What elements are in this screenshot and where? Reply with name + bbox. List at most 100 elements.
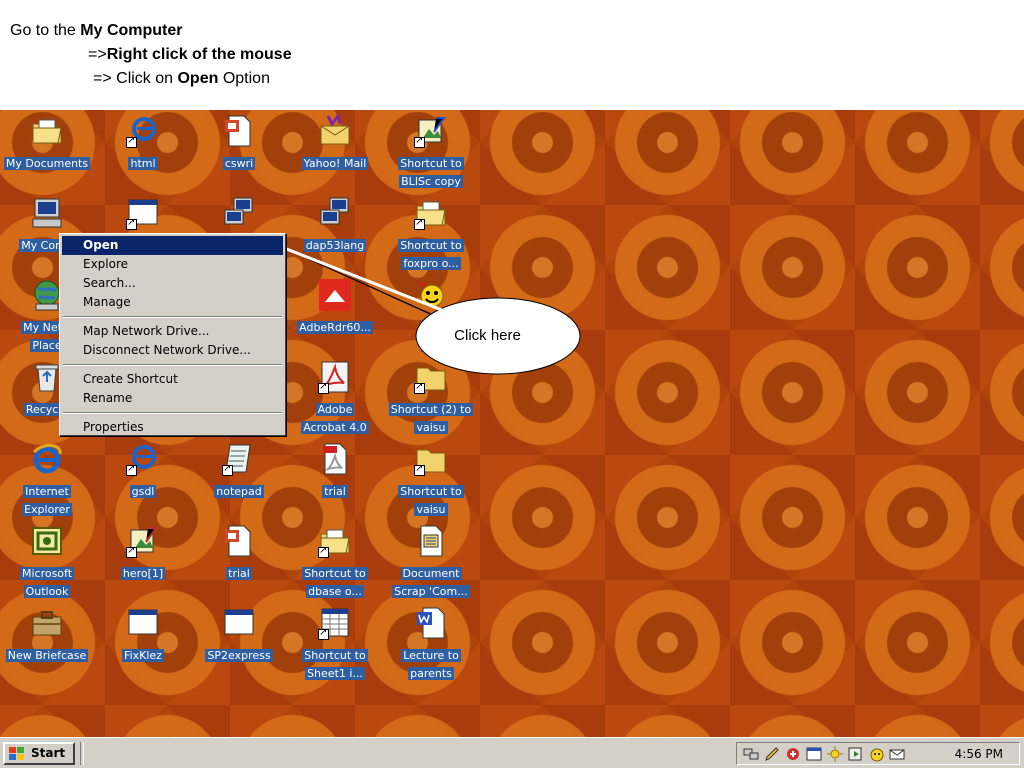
desktop-icon-trial-pdf[interactable]: trial	[288, 442, 382, 524]
calendar-tray-icon[interactable]	[806, 746, 822, 762]
desktop-icon-notepad[interactable]: notepad	[192, 442, 286, 524]
desktop-icon-lecture[interactable]: Lecture to parents	[384, 606, 478, 688]
icon-label: Lecture to parents	[401, 649, 461, 680]
desktop-icon-cswri[interactable]: cswri	[192, 114, 286, 196]
media-tray-icon[interactable]	[848, 746, 864, 762]
window-icon	[126, 606, 160, 640]
desktop-icon-sheet1[interactable]: Shortcut to Sheet1 i...	[288, 606, 382, 688]
icon-label: Shortcut to foxpro o...	[398, 239, 464, 270]
acrobat-icon	[318, 360, 352, 394]
pdf-file-icon	[318, 442, 352, 476]
briefcase-icon	[30, 606, 64, 640]
icon-label: New Briefcase	[5, 649, 89, 662]
menu-item-explore[interactable]: Explore	[62, 255, 283, 274]
menu-item-disconnect-network-drive[interactable]: Disconnect Network Drive...	[62, 341, 283, 360]
desktop-icon-dap53lang[interactable]: dap53lang	[288, 196, 382, 278]
icon-label: notepad	[214, 485, 264, 498]
desktop-icon-internet-explorer[interactable]: Internet Explorer	[0, 442, 94, 524]
icon-label: Microsoft Outlook	[19, 567, 75, 598]
desktop-icon-dbase[interactable]: Shortcut to dbase o...	[288, 524, 382, 606]
antivirus-tray-icon[interactable]	[785, 746, 801, 762]
pencil-tray-icon[interactable]	[764, 746, 780, 762]
image-file-icon	[126, 524, 160, 558]
instruction-line-2: =>Right click of the mouse	[88, 46, 292, 64]
yahoo-messenger-icon	[414, 278, 448, 312]
icon-label: cswri	[222, 157, 256, 170]
network-computer-icon	[222, 196, 256, 230]
desktop-icon-html[interactable]: html	[96, 114, 190, 196]
icon-label: hero[1]	[120, 567, 166, 580]
icon-label: Shortcut to BLISc copy	[398, 157, 464, 188]
desktop-icon-yahoo-messenger[interactable]: Yah Me	[384, 278, 478, 360]
desktop-icon-fixklez[interactable]: FixKlez	[96, 606, 190, 688]
menu-item-create-shortcut[interactable]: Create Shortcut	[62, 370, 283, 389]
folder-icon	[414, 442, 448, 476]
desktop-icon-adobe-acrobat[interactable]: Adobe Acrobat 4.0	[288, 360, 382, 442]
desktop-icon-yahoo-mail[interactable]: Yahoo! Mail	[288, 114, 382, 196]
spreadsheet-icon	[318, 606, 352, 640]
desktop-icon-shortcut-vaisu[interactable]: Shortcut to vaisu	[384, 442, 478, 524]
icon-label: Internet Explorer	[22, 485, 72, 516]
menu-item-search[interactable]: Search...	[62, 274, 283, 293]
instruction-text: =>	[88, 46, 107, 63]
desktop-icon-bliss-copy[interactable]: Shortcut to BLISc copy	[384, 114, 478, 196]
powerpoint-file-icon	[222, 524, 256, 558]
menu-separator	[63, 412, 282, 414]
desktop-icon-adberdr60[interactable]: AdbeRdr60...	[288, 278, 382, 360]
desktop-icon-gsdl[interactable]: gsdl	[96, 442, 190, 524]
desktop-icon-sp2express[interactable]: SP2express	[192, 606, 286, 688]
network-tray-icon[interactable]	[743, 746, 759, 762]
instruction-text: Option	[218, 70, 270, 87]
icon-label: html	[128, 157, 158, 170]
desktop-icon-my-documents[interactable]: My Documents	[0, 114, 94, 196]
context-menu: Open Explore Search... Manage Map Networ…	[59, 233, 286, 436]
computer-icon	[30, 196, 64, 230]
instruction-text: => Click on	[93, 70, 178, 87]
messenger-tray-icon[interactable]	[869, 746, 885, 762]
instruction-bold: My Computer	[80, 22, 183, 39]
start-button[interactable]: Start	[3, 742, 75, 765]
icon-label: Shortcut (2) to vaisu	[388, 403, 474, 434]
window-icon	[222, 606, 256, 640]
adobe-reader-icon	[318, 278, 352, 312]
desktop-icon-outlook[interactable]: Microsoft Outlook	[0, 524, 94, 606]
mail-tray-icon[interactable]	[889, 746, 905, 762]
menu-item-map-network-drive[interactable]: Map Network Drive...	[62, 322, 283, 341]
instruction-line-3: => Click on Open Option	[93, 70, 270, 88]
folder-icon	[318, 524, 352, 558]
desktop-icon-shortcut2-vaisu[interactable]: Shortcut (2) to vaisu	[384, 360, 478, 442]
powerpoint-file-icon	[222, 114, 256, 148]
instruction-text: Go to the	[10, 22, 81, 39]
sun-tray-icon[interactable]	[827, 746, 843, 762]
callout-text: Click here	[454, 327, 521, 344]
icon-label: Shortcut to vaisu	[398, 485, 464, 516]
icon-label: trial	[226, 567, 252, 580]
icon-label: Yahoo! Mail	[301, 157, 369, 170]
document-scrap-icon	[414, 524, 448, 558]
desktop-icon-hero[interactable]: hero[1]	[96, 524, 190, 606]
desktop-icon-foxpro[interactable]: Shortcut to foxpro o...	[384, 196, 478, 278]
icon-label: My Documents	[3, 157, 91, 170]
taskbar: Start 4:56 PM	[0, 737, 1024, 768]
desktop-icon-document-scrap[interactable]: Document Scrap 'Com...	[384, 524, 478, 606]
icon-label: dap53lang	[303, 239, 367, 252]
desktop-icon-briefcase[interactable]: New Briefcase	[0, 606, 94, 688]
word-file-icon	[414, 606, 448, 640]
menu-item-rename[interactable]: Rename	[62, 389, 283, 408]
instruction-panel: Go to the My Computer =>Right click of t…	[0, 0, 1024, 110]
menu-item-properties[interactable]: Properties	[62, 418, 283, 437]
icon-label: FixKlez	[122, 649, 164, 662]
icon-label: Shortcut to dbase o...	[302, 567, 368, 598]
outlook-icon	[30, 524, 64, 558]
desktop-icon-trial-ppt[interactable]: trial	[192, 524, 286, 606]
icon-label: gsdl	[129, 485, 157, 498]
menu-item-open[interactable]: Open	[62, 236, 283, 255]
clock[interactable]: 4:56 PM	[955, 743, 1003, 765]
window-icon	[126, 196, 160, 230]
icon-label: Document Scrap 'Com...	[392, 567, 470, 598]
menu-item-manage[interactable]: Manage	[62, 293, 283, 312]
menu-separator	[63, 316, 282, 318]
icon-label: trial	[322, 485, 348, 498]
instruction-line-1: Go to the My Computer	[10, 22, 183, 40]
system-tray: 4:56 PM	[736, 742, 1020, 765]
